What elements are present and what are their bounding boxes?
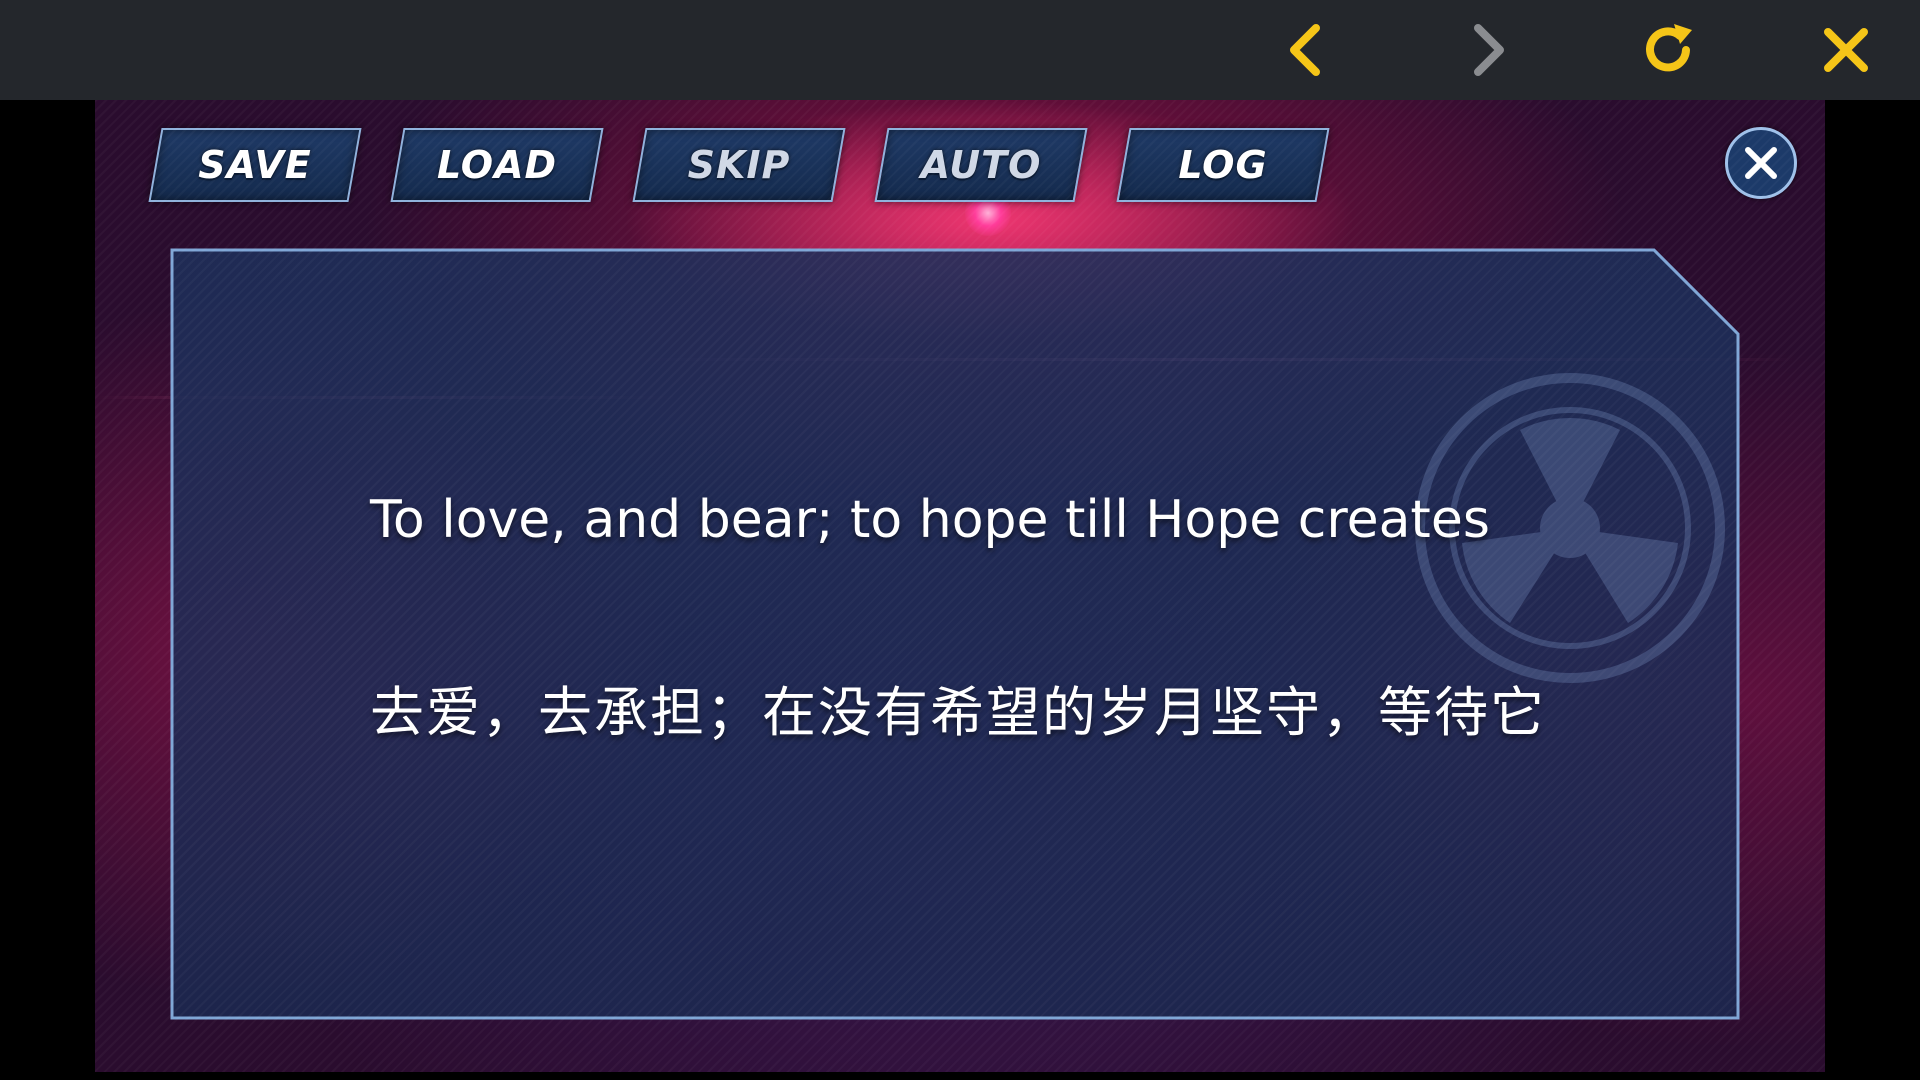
log-button-label: LOG	[1178, 143, 1268, 187]
browser-toolbar	[0, 0, 1920, 100]
log-button[interactable]: LOG	[1116, 128, 1330, 202]
save-button[interactable]: SAVE	[148, 128, 362, 202]
close-button[interactable]	[1806, 10, 1886, 90]
reload-button[interactable]	[1628, 10, 1708, 90]
game-frame: SAVE LOAD SKIP AUTO LOG To love, and bea…	[5, 100, 1915, 1072]
skip-button[interactable]: SKIP	[632, 128, 846, 202]
chevron-right-icon	[1474, 24, 1504, 76]
skip-button-label: SKIP	[687, 143, 791, 187]
game-scene: SAVE LOAD SKIP AUTO LOG To love, and bea…	[95, 100, 1825, 1072]
reload-icon	[1646, 24, 1692, 72]
dialog-text-english: To love, and bear; to hope till Hope cre…	[370, 490, 1490, 550]
auto-button-label: AUTO	[920, 143, 1042, 187]
dialog-text-chinese: 去爱，去承担；在没有希望的岁月坚守，等待它	[370, 681, 1546, 744]
dialog-panel[interactable]: To love, and bear; to hope till Hope cre…	[170, 248, 1740, 1020]
close-icon	[1745, 147, 1777, 179]
auto-button[interactable]: AUTO	[874, 128, 1088, 202]
back-button[interactable]	[1268, 10, 1348, 90]
close-icon	[1824, 28, 1868, 72]
chevron-left-icon	[1290, 24, 1320, 76]
load-button-label: LOAD	[436, 143, 558, 187]
load-button[interactable]: LOAD	[390, 128, 604, 202]
close-dialog-button[interactable]	[1725, 127, 1797, 199]
forward-button[interactable]	[1446, 10, 1526, 90]
save-button-label: SAVE	[198, 143, 312, 187]
